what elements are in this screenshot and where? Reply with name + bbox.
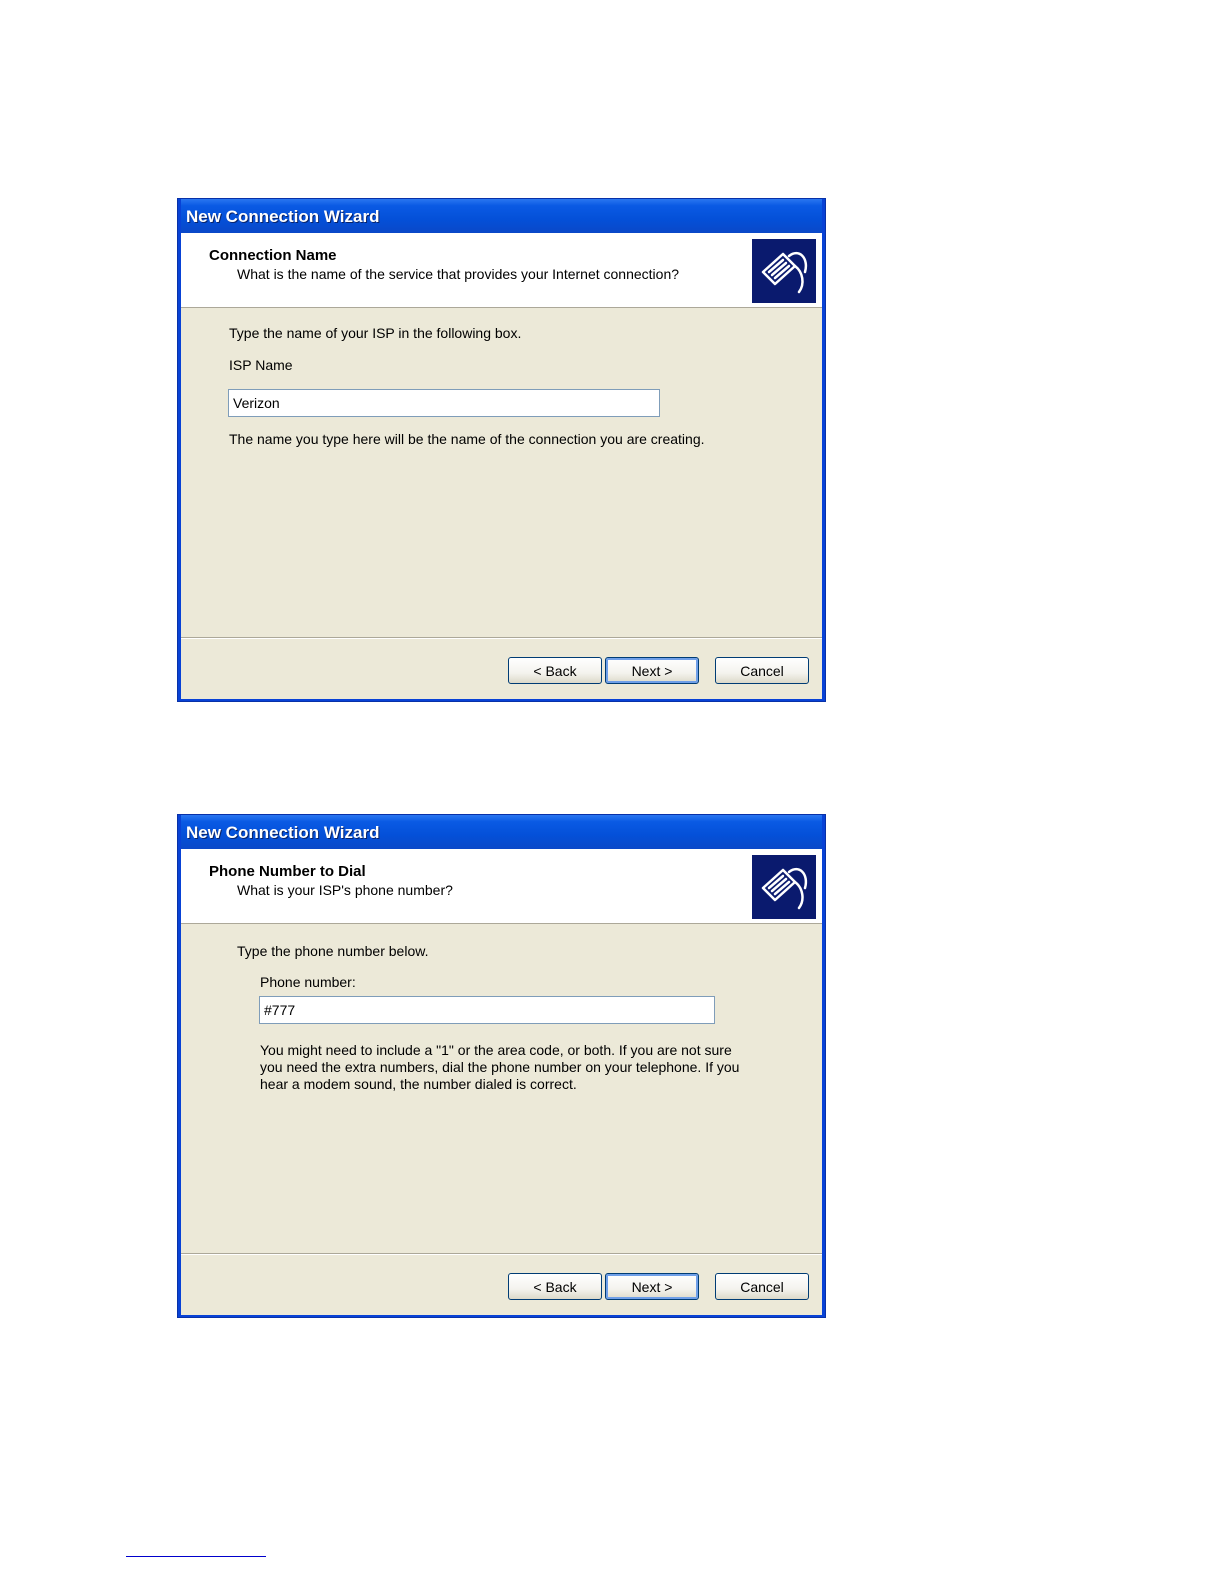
- page-subtitle: What is the name of the service that pro…: [237, 266, 680, 282]
- help-text-line-2: you need the extra numbers, dial the pho…: [260, 1059, 740, 1075]
- wizard-header: Connection Name What is the name of the …: [181, 233, 822, 308]
- network-cable-icon: [752, 239, 816, 303]
- help-text: The name you type here will be the name …: [229, 431, 705, 447]
- footer-divider: [181, 1253, 822, 1255]
- window-title: New Connection Wizard: [186, 207, 380, 226]
- network-cable-icon: [752, 855, 816, 919]
- page-title: Phone Number to Dial: [209, 863, 366, 880]
- cancel-button[interactable]: Cancel: [715, 1273, 809, 1300]
- help-text-line-3: hear a modem sound, the number dialed is…: [260, 1076, 577, 1092]
- footer-divider: [181, 637, 822, 639]
- window-title: New Connection Wizard: [186, 823, 380, 842]
- phone-number-wizard: New Connection Wizard Phone Number to Di…: [177, 814, 826, 1318]
- cancel-button[interactable]: Cancel: [715, 657, 809, 684]
- instruction-text: Type the name of your ISP in the followi…: [229, 325, 522, 341]
- title-bar[interactable]: New Connection Wizard: [181, 815, 822, 849]
- back-button[interactable]: < Back: [508, 657, 602, 684]
- phone-number-input[interactable]: [259, 996, 715, 1024]
- page-title: Connection Name: [209, 247, 337, 264]
- phone-number-label: Phone number:: [260, 974, 356, 990]
- connection-name-wizard: New Connection Wizard Connection Name Wh…: [177, 198, 826, 702]
- wizard-client-area: Phone Number to Dial What is your ISP's …: [181, 849, 822, 1315]
- help-text-line-1: You might need to include a "1" or the a…: [260, 1042, 732, 1058]
- isp-name-label: ISP Name: [229, 357, 293, 373]
- wizard-client-area: Connection Name What is the name of the …: [181, 233, 822, 699]
- wizard-header: Phone Number to Dial What is your ISP's …: [181, 849, 822, 924]
- isp-name-input[interactable]: [228, 389, 660, 417]
- title-bar[interactable]: New Connection Wizard: [181, 199, 822, 233]
- back-button[interactable]: < Back: [508, 1273, 602, 1300]
- next-button[interactable]: Next >: [605, 1273, 699, 1300]
- page-subtitle: What is your ISP's phone number?: [237, 882, 453, 898]
- footnote-separator: [126, 1556, 266, 1557]
- instruction-text: Type the phone number below.: [237, 943, 429, 959]
- next-button[interactable]: Next >: [605, 657, 699, 684]
